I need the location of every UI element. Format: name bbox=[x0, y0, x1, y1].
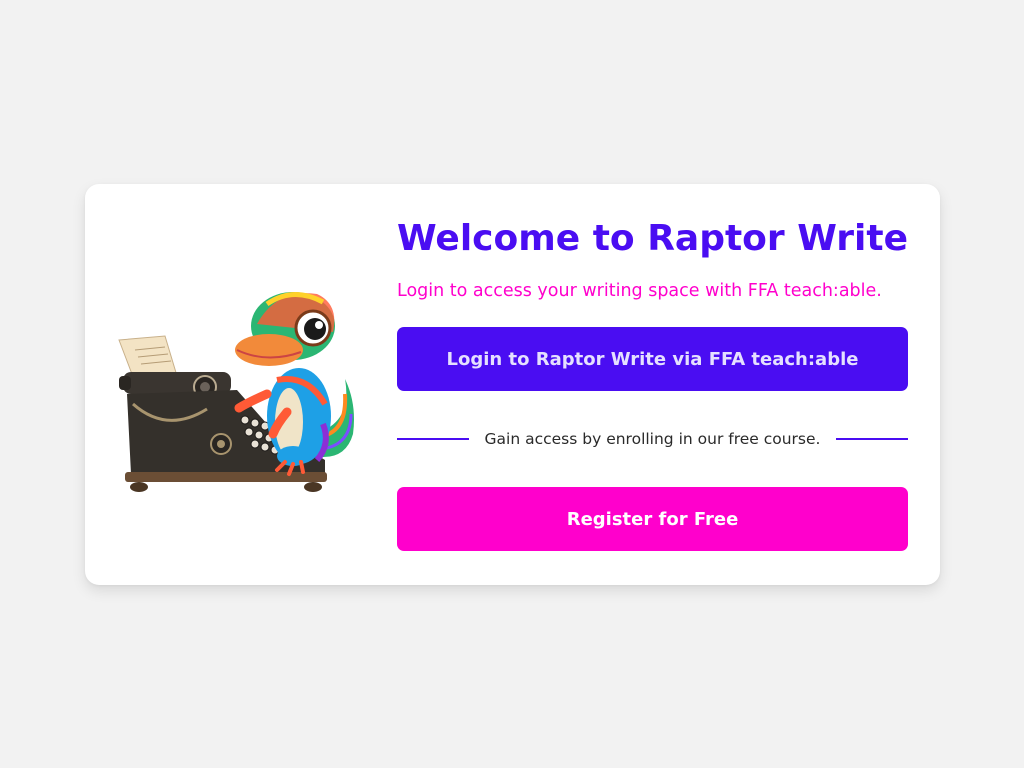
raptor-typewriter-icon bbox=[118, 292, 354, 492]
divider-line-right bbox=[836, 438, 908, 440]
divider-text: Gain access by enrolling in our free cou… bbox=[484, 430, 821, 448]
page-subtitle: Login to access your writing space with … bbox=[397, 281, 882, 301]
page-title: Welcome to Raptor Write bbox=[397, 218, 908, 259]
login-card: Welcome to Raptor Write Login to access … bbox=[85, 184, 940, 585]
register-button[interactable]: Register for Free bbox=[397, 487, 908, 551]
divider-line-left bbox=[397, 438, 469, 440]
login-button[interactable]: Login to Raptor Write via FFA teach:able bbox=[397, 327, 908, 391]
login-content: Welcome to Raptor Write Login to access … bbox=[397, 218, 908, 551]
divider: Gain access by enrolling in our free cou… bbox=[397, 391, 908, 487]
